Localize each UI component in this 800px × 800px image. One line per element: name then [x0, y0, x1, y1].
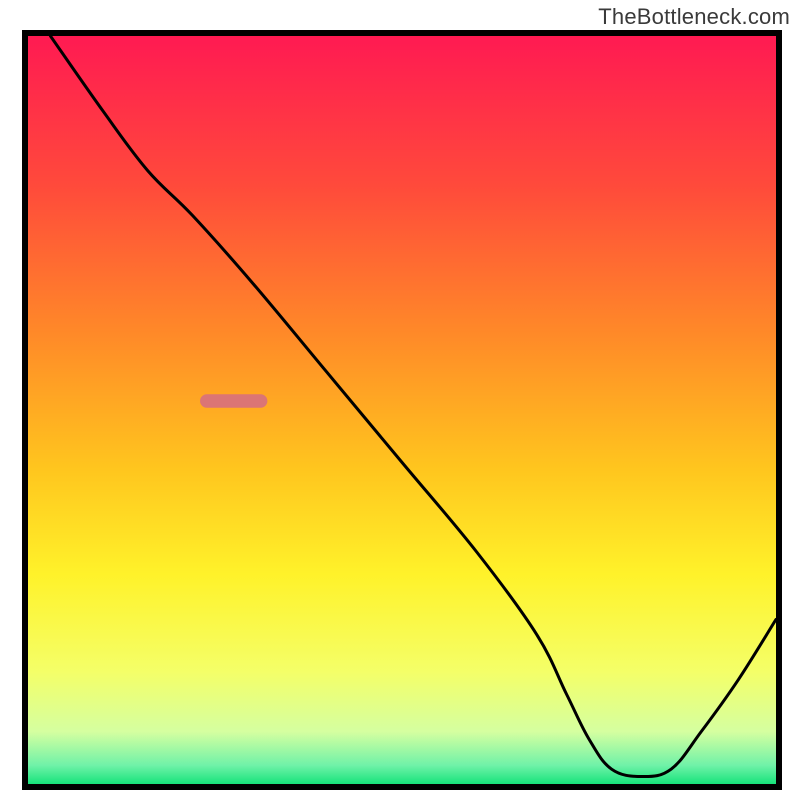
bottleneck-curve [50, 36, 776, 777]
watermark-text: TheBottleneck.com [598, 4, 790, 30]
chart-frame: TheBottleneck.com [0, 0, 800, 800]
plot-area [22, 30, 782, 790]
plot-border [22, 30, 782, 790]
curve-layer [28, 36, 776, 784]
optimum-marker [200, 394, 267, 407]
